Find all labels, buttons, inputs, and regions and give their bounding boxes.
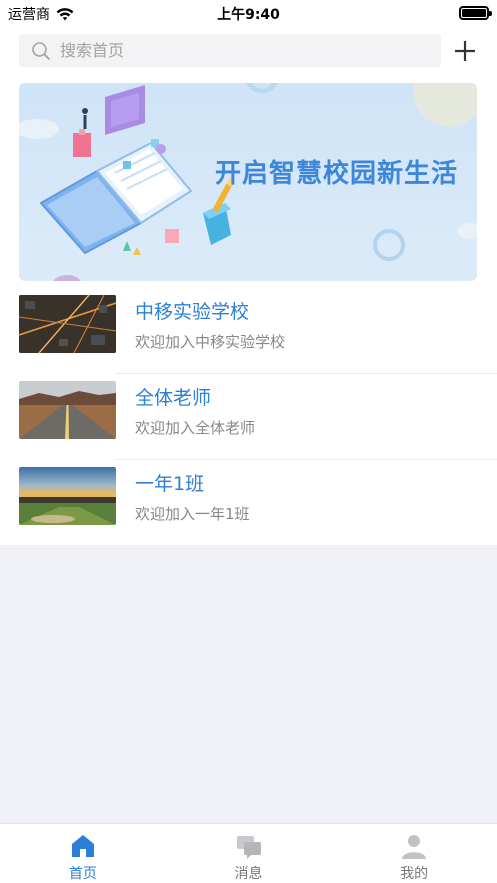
banner-section: 开启智慧校园新生活 [0, 81, 497, 287]
tab-messages[interactable]: 消息 [166, 824, 332, 883]
status-bar: 运营商 上午9:40 [0, 0, 497, 26]
group-list: 中移实验学校 欢迎加入中移实验学校 全体老师 欢迎加入全体老师 一年1班 欢迎加… [0, 287, 497, 545]
tab-label: 我的 [400, 866, 429, 882]
group-title: 全体老师 [135, 387, 212, 409]
tab-label: 首页 [68, 866, 97, 882]
tab-label: 消息 [234, 866, 263, 882]
group-thumbnail [19, 295, 116, 353]
status-time: 上午9:40 [217, 7, 280, 23]
list-item-group-3[interactable]: 一年1班 欢迎加入一年1班 [0, 459, 497, 545]
user-icon [402, 835, 427, 859]
group-thumbnail [19, 467, 116, 525]
search-input[interactable] [60, 41, 420, 60]
list-item-group-1[interactable]: 中移实验学校 欢迎加入中移实验学校 [0, 287, 497, 373]
group-thumbnail [19, 381, 116, 439]
app-screen: 运营商 上午9:40 搜索首页 开启智慧校园新生活 中移实验学校 欢迎加入中移实… [0, 0, 497, 883]
search-icon [32, 41, 50, 60]
group-title: 中移实验学校 [135, 301, 250, 323]
bottom-tab-bar: 首页 消息 我的 [0, 823, 497, 883]
list-item-group-2[interactable]: 全体老师 欢迎加入全体老师 [0, 373, 497, 459]
group-subtitle: 欢迎加入全体老师 [135, 419, 256, 437]
home-icon [71, 835, 94, 857]
chat-icon [236, 836, 261, 859]
tab-profile[interactable]: 我的 [331, 824, 497, 883]
plus-icon[interactable] [452, 38, 478, 64]
top-header [0, 26, 497, 81]
group-subtitle: 欢迎加入中移实验学校 [135, 333, 286, 351]
group-subtitle: 欢迎加入一年1班 [135, 505, 250, 523]
search-bar[interactable] [19, 34, 441, 67]
group-title: 一年1班 [135, 473, 205, 495]
battery-icon [459, 6, 492, 20]
tab-home[interactable]: 首页 [0, 824, 166, 883]
promo-banner[interactable]: 开启智慧校园新生活 [19, 83, 477, 281]
banner-title: 开启智慧校园新生活 [215, 159, 459, 189]
